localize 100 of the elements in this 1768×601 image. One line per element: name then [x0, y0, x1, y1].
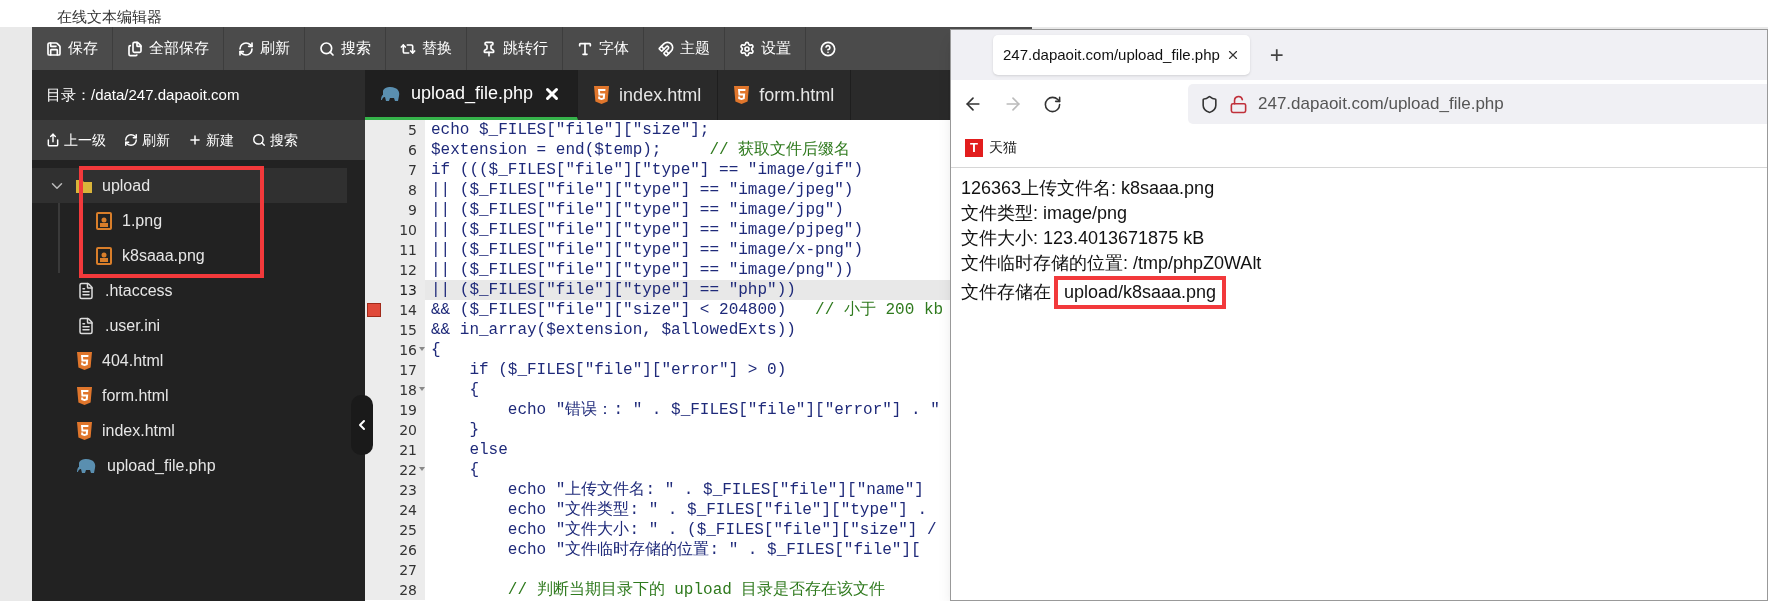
line-number: 9: [408, 200, 417, 220]
line-number: 21: [399, 440, 417, 460]
code-line: $extension = end($temp); // 获取文件后缀名: [430, 140, 851, 160]
editor-tab[interactable]: upload_file.php: [365, 70, 579, 120]
file-tree-item[interactable]: .htaccess: [32, 273, 347, 308]
code-line: && in_array($extension, $allowedExts)): [430, 320, 796, 340]
line-number: 24: [399, 500, 417, 520]
shield-icon[interactable]: [1200, 94, 1219, 114]
html5-icon: [77, 386, 92, 405]
elephant-icon: [381, 85, 401, 102]
file-tree-item[interactable]: upload_file.php: [32, 448, 347, 483]
fold-arrow-icon[interactable]: [419, 347, 425, 351]
text-icon: [577, 40, 593, 57]
line-number: 16: [399, 340, 417, 360]
image-file-icon: [96, 246, 112, 265]
line-number: 10: [399, 220, 417, 240]
output-line: 文件大小: 123.4013671875 kB: [961, 227, 1206, 250]
file-tree-item[interactable]: 1.png: [32, 203, 347, 238]
code-line: echo "文件临时存储的位置: " . $_FILES["file"][: [506, 540, 921, 560]
pin-icon: [481, 40, 497, 57]
line-number: 14: [399, 300, 417, 320]
page-title: 在线文本编辑器: [57, 7, 162, 27]
file-tree-item[interactable]: 404.html: [32, 343, 347, 378]
code-line: {: [430, 340, 441, 360]
line-number: 8: [408, 180, 417, 200]
code-line: echo "上传文件名: " . $_FILES["file"]["name"]: [506, 480, 924, 500]
refresh-icon: [238, 40, 254, 57]
line-number: 20: [399, 420, 417, 440]
output-line: 文件临时存储的位置: /tmp/phpZ0WAlt: [961, 252, 1263, 275]
file-tree-item[interactable]: form.html: [32, 378, 347, 413]
code-line: else: [468, 440, 508, 460]
sidebar-action-button[interactable]: 新建: [188, 129, 234, 151]
code-line: echo "文件大小: " . ($_FILES["file"]["size"] /: [506, 520, 937, 540]
output-line: 126363上传文件名: k8saaa.png: [961, 177, 1216, 200]
code-line: {: [468, 380, 479, 400]
html5-icon: [77, 351, 92, 370]
code-line: echo $_FILES["file"]["size"];: [430, 120, 710, 140]
output-line: 文件类型: image/png: [961, 202, 1129, 225]
line-number: 26: [399, 540, 417, 560]
line-number: 13: [399, 280, 417, 300]
sidebar-action-button[interactable]: 刷新: [124, 129, 170, 151]
code-line: }: [468, 420, 479, 440]
line-number: 28: [399, 580, 417, 600]
code-line: echo "错误：: " . $_FILES["file"]["error"] . ": [506, 400, 940, 420]
code-line: || ($_FILES["file"]["type"] == "image/pjpeg"): [430, 220, 864, 240]
files-icon: [127, 40, 143, 57]
code-line: || ($_FILES["file"]["type"] == "image/png")): [430, 260, 854, 280]
line-number: 11: [399, 240, 417, 260]
line-number: 6: [408, 140, 417, 160]
code-line: {: [468, 460, 479, 480]
reload-icon[interactable]: [1043, 94, 1062, 114]
line-number: 22: [399, 460, 417, 480]
document-icon: [77, 316, 95, 335]
fold-arrow-icon[interactable]: [419, 467, 425, 471]
code-line: || ($_FILES["file"]["type"] == "image/jpg"): [430, 200, 844, 220]
search-icon: [252, 133, 266, 147]
directory-path: 目录：/data/247.dapaoit.com: [46, 84, 240, 105]
code-line: || ($_FILES["file"]["type"] == "image/x-png"): [430, 240, 864, 260]
line-number: 5: [408, 120, 417, 140]
line-number: 18: [399, 380, 417, 400]
collapse-sidebar-button[interactable]: [351, 395, 373, 455]
line-number: 15: [399, 320, 417, 340]
refresh-icon: [124, 133, 138, 147]
code-line: if ($_FILES["file"]["error"] > 0): [468, 360, 787, 380]
line-number: 27: [399, 560, 417, 580]
line-number: 7: [408, 160, 417, 180]
html5-icon: [77, 421, 92, 440]
line-number: 23: [399, 480, 417, 500]
search-icon: [319, 40, 335, 57]
browser-tab[interactable]: 247.dapaoit.com/upload_file.php: [993, 35, 1250, 75]
code-line: // 判断当期目录下的 upload 目录是否存在该文件: [506, 580, 886, 600]
line-number: 17: [399, 360, 417, 380]
file-tree-item[interactable]: index.html: [32, 413, 347, 448]
file-tree-item[interactable]: upload: [32, 168, 347, 203]
highlighted-path: upload/k8saaa.png: [1054, 276, 1227, 309]
code-line: if ((($_FILES["file"]["type"] == "image/gif"): [430, 160, 864, 180]
sidebar-action-button[interactable]: 搜索: [252, 129, 298, 151]
code-line: || ($_FILES["file"]["type"] == "php")): [430, 280, 796, 300]
file-tree-item[interactable]: k8saaa.png: [32, 238, 347, 273]
share-arrow-icon: [46, 133, 60, 147]
line-number: 19: [399, 400, 417, 420]
sidebar-action-button[interactable]: 上一级: [46, 129, 106, 151]
fold-arrow-icon[interactable]: [419, 387, 425, 391]
code-line: || ($_FILES["file"]["type"] == "image/jpeg"): [430, 180, 854, 200]
new-tab-button[interactable]: +: [1269, 37, 1284, 73]
lock-icon[interactable]: [1229, 94, 1248, 114]
elephant-icon: [77, 457, 97, 474]
document-icon: [77, 281, 95, 300]
address-bar[interactable]: 247.dapaoit.com/upload_file.php: [1188, 84, 1767, 124]
code-line: && ($_FILES["file"]["size"] < 204800) // 小于 200 kb: [430, 300, 944, 320]
magnet-icon: [658, 40, 674, 57]
help-icon: [820, 40, 836, 57]
settings-icon: [739, 40, 755, 57]
bookmark[interactable]: T 天猫: [965, 137, 1017, 158]
code-line: echo "文件类型: " . $_FILES["file"]["type"] .: [506, 500, 928, 520]
plus-icon: [188, 133, 202, 147]
file-tree-item[interactable]: .user.ini: [32, 308, 347, 343]
image-file-icon: [96, 211, 112, 230]
line-number: 12: [399, 260, 417, 280]
line-number: 25: [399, 520, 417, 540]
